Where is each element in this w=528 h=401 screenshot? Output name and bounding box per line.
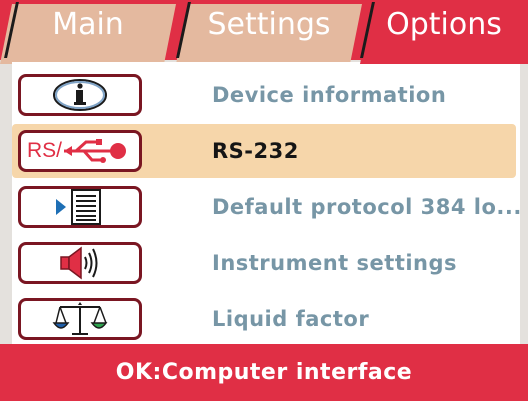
status-text: OK:Computer interface bbox=[115, 360, 413, 385]
tab-main-label: Main bbox=[52, 7, 124, 42]
tab-main[interactable]: Main bbox=[0, 4, 176, 64]
menu-item-rs232[interactable]: RS/ RS-232 bbox=[12, 124, 516, 178]
menu-item-label: Instrument settings bbox=[212, 251, 458, 275]
menu-icon-button[interactable] bbox=[18, 298, 142, 340]
menu-item-label: Device information bbox=[212, 83, 447, 107]
menu-item-label: RS-232 bbox=[212, 139, 299, 163]
rs232-icon-text: RS/ bbox=[27, 139, 63, 162]
protocol-list-icon bbox=[56, 189, 101, 225]
menu-item-default-protocol[interactable]: Default protocol 384 lo... bbox=[12, 180, 521, 234]
menu-icon-button[interactable] bbox=[18, 186, 142, 228]
tab-bar: Main Settings Options bbox=[0, 0, 528, 64]
usb-icon bbox=[64, 139, 127, 163]
menu-item-liquid-factor[interactable]: Liquid factor bbox=[12, 292, 516, 346]
tab-options-label: Options bbox=[386, 7, 502, 42]
balance-scale-icon bbox=[52, 302, 108, 335]
menu-icon-button[interactable] bbox=[18, 242, 142, 284]
speaker-icon bbox=[60, 246, 98, 280]
info-icon bbox=[53, 79, 107, 111]
menu-icon-button[interactable]: RS/ bbox=[18, 130, 142, 172]
menu-item-device-information[interactable]: Device information bbox=[12, 68, 516, 122]
menu-item-instrument-settings[interactable]: Instrument settings bbox=[12, 236, 516, 290]
options-menu: Device information RS/ RS-232 Default pr… bbox=[12, 62, 521, 346]
device-screen: Main Settings Options Device information… bbox=[0, 0, 528, 401]
menu-item-label: Liquid factor bbox=[212, 307, 370, 331]
tab-settings-label: Settings bbox=[207, 7, 331, 42]
status-bar: OK:Computer interface bbox=[0, 344, 528, 401]
tab-settings[interactable]: Settings bbox=[176, 4, 362, 64]
menu-item-label: Default protocol 384 lo... bbox=[212, 195, 522, 219]
menu-icon-button[interactable] bbox=[18, 74, 142, 116]
tab-options[interactable]: Options bbox=[360, 4, 528, 64]
